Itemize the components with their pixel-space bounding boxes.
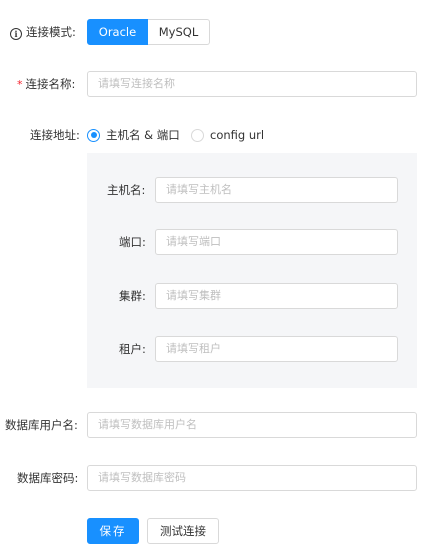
db-password-colon: :	[74, 471, 79, 485]
connection-address-label: 连接地址:	[30, 126, 80, 144]
host-label: 主机名:	[107, 181, 145, 199]
port-label-text: 端口	[119, 235, 142, 249]
db-password-label-text: 数据库密码	[17, 471, 75, 485]
host-colon: :	[141, 183, 146, 197]
radio-config-url-label: config url	[210, 128, 265, 142]
db-username-colon: :	[74, 418, 78, 432]
cluster-colon: :	[142, 289, 146, 303]
radio-config-url[interactable]: config url	[191, 127, 264, 143]
connection-address-label-text: 连接地址	[30, 128, 76, 142]
host-input[interactable]: 请填写主机名	[155, 177, 398, 203]
connection-name-input[interactable]: 请填写连接名称	[87, 71, 417, 97]
radio-host-port-label: 主机名 & 端口	[106, 128, 180, 142]
cluster-label: 集群:	[119, 287, 146, 305]
connection-mode-label: i 连接模式:	[10, 23, 76, 41]
port-label: 端口:	[119, 233, 146, 251]
save-button[interactable]: 保存	[87, 518, 139, 544]
mode-option-mysql[interactable]: MySQL	[148, 19, 210, 45]
radio-checked-icon	[87, 128, 100, 142]
port-input[interactable]: 请填写端口	[155, 229, 398, 255]
info-circle-icon: i	[10, 28, 22, 40]
tenant-label-text: 租户	[119, 342, 142, 356]
db-username-label: 数据库用户名:	[5, 416, 78, 434]
connection-mode-colon: :	[72, 25, 76, 39]
connection-mode-label-text: 连接模式	[26, 25, 72, 39]
test-connection-button[interactable]: 测试连接	[147, 518, 219, 544]
connection-name-colon: :	[71, 77, 76, 91]
db-password-label: 数据库密码:	[17, 469, 78, 487]
db-username-input[interactable]: 请填写数据库用户名	[87, 412, 417, 438]
radio-unchecked-icon	[191, 128, 204, 142]
cluster-input[interactable]: 请填写集群	[155, 283, 398, 309]
cluster-label-text: 集群	[119, 289, 142, 303]
db-password-input[interactable]: 请填写数据库密码	[87, 465, 417, 491]
db-username-label-text: 数据库用户名	[5, 418, 74, 432]
connection-address-colon: :	[76, 128, 80, 142]
connection-name-label-text: 连接名称	[25, 77, 72, 91]
tenant-colon: :	[142, 342, 146, 356]
tenant-label: 租户:	[119, 340, 146, 358]
connection-name-label: * 连接名称:	[17, 75, 75, 94]
tenant-input[interactable]: 请填写租户	[155, 336, 398, 362]
mode-option-oracle[interactable]: Oracle	[87, 19, 148, 45]
host-label-text: 主机名	[107, 183, 142, 197]
radio-host-port[interactable]: 主机名 & 端口	[87, 127, 180, 143]
required-mark: *	[17, 78, 23, 91]
port-colon: :	[142, 235, 146, 249]
